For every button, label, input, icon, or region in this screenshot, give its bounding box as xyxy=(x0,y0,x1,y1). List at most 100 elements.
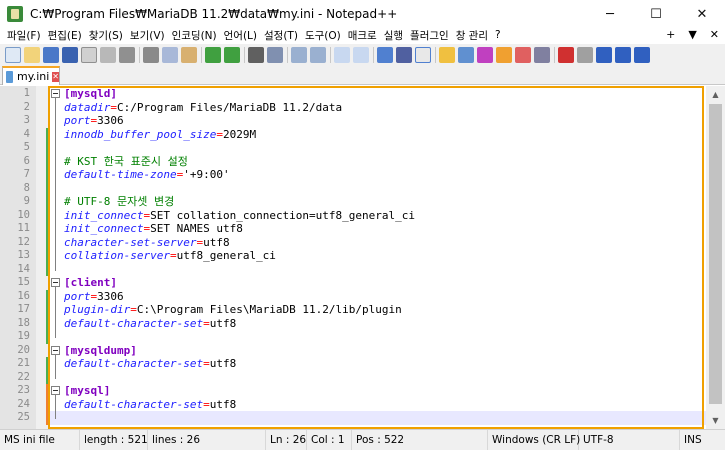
code-line[interactable]: default-character-set=utf8 xyxy=(64,398,236,412)
new-file-icon[interactable] xyxy=(5,47,21,63)
cut-icon[interactable] xyxy=(143,47,159,63)
editor[interactable]: 1 [mysqld] 2 datadir=C:/Program Files/Maria… xyxy=(0,86,725,429)
fold-toggle-icon[interactable] xyxy=(51,278,60,287)
code-line[interactable]: init_connect=SET NAMES utf8 xyxy=(64,222,243,236)
paste-icon[interactable] xyxy=(181,47,197,63)
open-file-icon[interactable] xyxy=(24,47,40,63)
code-line[interactable]: [mysql] xyxy=(64,384,110,398)
line-number: 1 xyxy=(23,87,30,99)
replace-icon[interactable] xyxy=(267,47,283,63)
menu-run[interactable]: 실행 xyxy=(381,28,407,43)
folder-as-workspace-icon[interactable] xyxy=(496,47,512,63)
show-all-chars-icon[interactable] xyxy=(396,47,412,63)
menu-edit[interactable]: 편집(E) xyxy=(45,28,86,43)
tab-close-icon[interactable]: ✕ xyxy=(52,71,59,82)
fold-toggle-icon[interactable] xyxy=(51,89,60,98)
function-list-icon[interactable] xyxy=(477,47,493,63)
scroll-down-arrow-icon[interactable]: ▼ xyxy=(706,412,725,429)
ini-value: utf8 xyxy=(209,357,237,370)
monitoring-icon[interactable] xyxy=(534,47,550,63)
new-tab-plus-icon[interactable]: + xyxy=(666,28,675,41)
close-doc-icon[interactable]: ✕ xyxy=(710,28,719,41)
menu-language[interactable]: 언어(L) xyxy=(221,28,261,43)
code-line[interactable]: # KST 한국 표준시 설정 xyxy=(64,155,188,169)
code-line[interactable]: port=3306 xyxy=(64,290,124,304)
copy-icon[interactable] xyxy=(162,47,178,63)
ini-section-header: [client] xyxy=(64,276,117,289)
doc-map-icon[interactable] xyxy=(458,47,474,63)
toolbar-separator xyxy=(244,47,245,63)
status-eol[interactable]: Windows (CR LF) xyxy=(488,429,580,450)
save-all-icon[interactable] xyxy=(62,47,78,63)
close-file-icon[interactable] xyxy=(81,47,97,63)
zoom-out-icon[interactable] xyxy=(310,47,326,63)
code-line[interactable]: [client] xyxy=(64,276,117,290)
scrollbar-thumb[interactable] xyxy=(709,104,722,404)
word-wrap-icon[interactable] xyxy=(377,47,393,63)
fold-toggle-icon[interactable] xyxy=(51,386,60,395)
code-line[interactable]: character-set-server=utf8 xyxy=(64,236,230,250)
save-icon[interactable] xyxy=(43,47,59,63)
code-line[interactable]: # UTF-8 문자셋 변경 xyxy=(64,195,174,209)
status-insert-mode[interactable]: INS xyxy=(680,430,725,450)
run-macro-multiple-icon[interactable] xyxy=(615,47,631,63)
menu-tools[interactable]: 도구(O) xyxy=(302,28,345,43)
menu-help[interactable]: ? xyxy=(492,29,505,41)
minimize-button[interactable]: ─ xyxy=(587,0,633,28)
code-line[interactable]: port=3306 xyxy=(64,114,124,128)
menu-plugins[interactable]: 플러그인 xyxy=(407,28,453,43)
redo-icon[interactable] xyxy=(224,47,240,63)
close-button[interactable]: ✕ xyxy=(679,0,725,28)
code-line[interactable]: innodb_buffer_pool_size=2029M xyxy=(64,128,256,142)
ini-equals: = xyxy=(203,397,210,411)
code-line[interactable]: collation-server=utf8_general_ci xyxy=(64,249,276,263)
line-number: 3 xyxy=(23,114,30,126)
code-line[interactable]: default-character-set=utf8 xyxy=(64,317,236,331)
indent-guide-icon[interactable] xyxy=(415,47,431,63)
status-col: Col : 1 xyxy=(307,429,352,450)
scroll-up-arrow-icon[interactable]: ▲ xyxy=(706,86,725,103)
ini-equals: = xyxy=(130,303,137,316)
menu-window[interactable]: 창 관리 xyxy=(453,28,492,43)
sync-scroll-vertical-icon[interactable] xyxy=(334,47,350,63)
menu-view[interactable]: 보기(V) xyxy=(127,28,169,43)
menu-file[interactable]: 파일(F) xyxy=(4,28,45,43)
status-encoding[interactable]: UTF-8 xyxy=(579,429,680,450)
stop-macro-icon[interactable] xyxy=(577,47,593,63)
find-icon[interactable] xyxy=(248,47,264,63)
ini-key: collation-server xyxy=(64,249,170,262)
sync-scroll-horizontal-icon[interactable] xyxy=(353,47,369,63)
code-line[interactable]: [mysqld] xyxy=(64,87,117,101)
code-line[interactable]: plugin-dir=C:\Program Files\MariaDB 11.2… xyxy=(64,303,402,317)
code-line[interactable]: [mysqldump] xyxy=(64,344,137,358)
code-line[interactable]: init_connect=SET collation_connection=ut… xyxy=(64,209,415,223)
tab-list-dropdown-icon[interactable]: ▼ xyxy=(688,28,696,41)
ini-value: 3306 xyxy=(97,114,124,127)
play-macro-icon[interactable] xyxy=(596,47,612,63)
line-number: 22 xyxy=(17,370,30,383)
doc-switcher-icon[interactable] xyxy=(515,47,531,63)
tab-my-ini[interactable]: my.ini ✕ xyxy=(2,66,60,85)
menu-encoding[interactable]: 인코딩(N) xyxy=(169,28,221,43)
ini-key: init_connect xyxy=(64,208,144,222)
user-defined-lang-icon[interactable] xyxy=(439,47,455,63)
menu-settings[interactable]: 설정(T) xyxy=(261,28,302,43)
ini-key: port xyxy=(64,114,91,127)
ini-value: C:\Program Files\MariaDB 11.2/lib/plugin xyxy=(136,303,402,316)
record-macro-icon[interactable] xyxy=(558,47,574,63)
toolbar-separator xyxy=(330,47,331,63)
ini-key: default-character-set xyxy=(64,397,204,411)
undo-icon[interactable] xyxy=(205,47,221,63)
menu-macro[interactable]: 매크로 xyxy=(345,28,381,43)
maximize-button[interactable]: ☐ xyxy=(633,0,679,28)
vertical-scrollbar[interactable]: ▲ ▼ xyxy=(706,86,725,429)
code-line[interactable]: default-character-set=utf8 xyxy=(64,357,236,371)
code-line[interactable]: default-time-zone='+9:00' xyxy=(64,168,230,182)
code-line[interactable]: datadir=C:/Program Files/MariaDB 11.2/da… xyxy=(64,101,342,115)
zoom-in-icon[interactable] xyxy=(291,47,307,63)
fold-toggle-icon[interactable] xyxy=(51,345,60,355)
menu-search[interactable]: 찾기(S) xyxy=(86,28,127,43)
close-all-icon[interactable] xyxy=(100,47,116,63)
save-macro-icon[interactable] xyxy=(634,47,650,63)
print-icon[interactable] xyxy=(119,47,135,63)
